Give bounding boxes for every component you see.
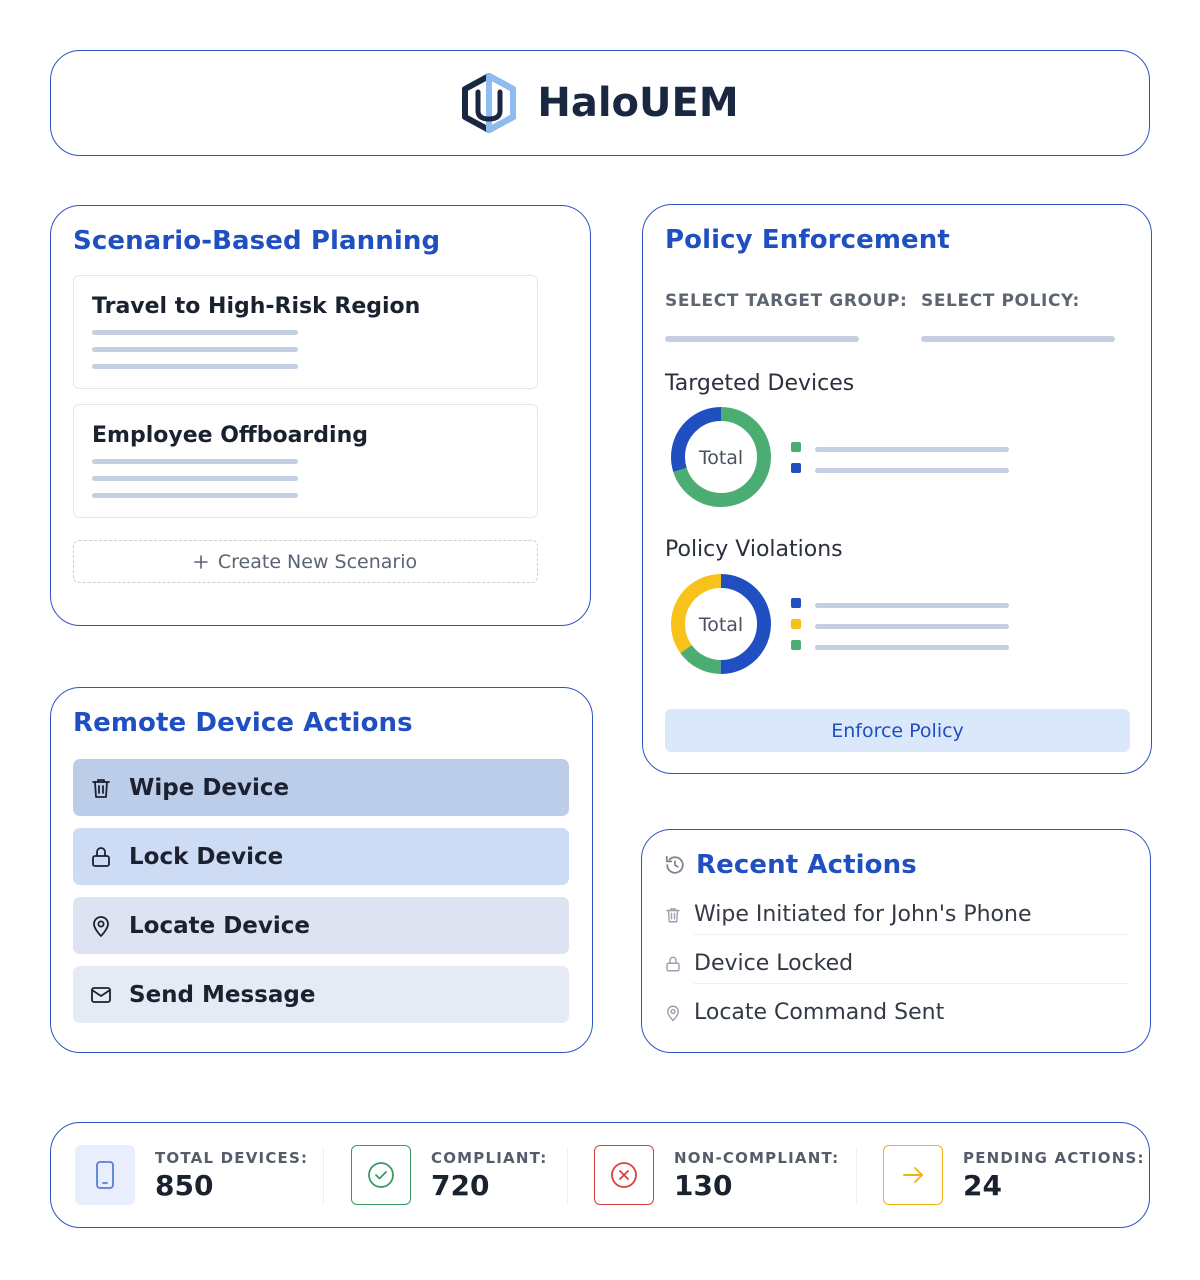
divider: [323, 1147, 324, 1205]
trash-icon: [92, 778, 110, 798]
trash-icon: [666, 907, 680, 922]
placeholder-line: [92, 476, 298, 481]
plus-icon: [194, 554, 208, 569]
scenario-planning-card: Scenario-Based Planning Travel to High-R…: [50, 205, 591, 626]
phone-icon: [75, 1145, 135, 1205]
legend-dot: [791, 442, 801, 452]
policy-violations-title: Policy Violations: [665, 537, 843, 562]
legend-line: [815, 645, 1009, 650]
policy-select[interactable]: [921, 336, 1115, 342]
wipe-device-label: Wipe Device: [129, 774, 290, 801]
donut-center-label: Total: [698, 447, 743, 469]
recent-action-item: Device Locked: [664, 951, 1129, 976]
create-scenario-label: Create New Scenario: [217, 550, 418, 573]
stat-label: TOTAL DEVICES:: [155, 1148, 309, 1167]
send-message-label: Send Message: [129, 981, 316, 1008]
map-pin-icon: [93, 915, 109, 937]
policy-enforcement-card: Policy Enforcement SELECT TARGET GROUP: …: [642, 204, 1152, 774]
stat-label: NON-COMPLIANT:: [674, 1148, 840, 1167]
brand-name: HaloUEM: [537, 80, 739, 126]
targeted-devices-title: Targeted Devices: [665, 371, 855, 396]
lock-icon: [666, 956, 680, 971]
legend-dot: [791, 598, 801, 608]
recent-action-label: Locate Command Sent: [694, 1000, 945, 1025]
legend-dot: [791, 640, 801, 650]
legend-line: [815, 468, 1009, 473]
policy-violations-donut: Total: [671, 574, 771, 674]
remote-actions-card: Remote Device Actions Wipe Device Lock D…: [50, 687, 593, 1053]
legend-line: [815, 447, 1009, 452]
wipe-device-button[interactable]: Wipe Device: [73, 759, 569, 816]
stat-value: 720: [431, 1168, 490, 1202]
x-circle-icon: [594, 1145, 654, 1205]
header-bar: HaloUEM: [50, 50, 1150, 156]
placeholder-line: [92, 364, 298, 369]
remote-title: Remote Device Actions: [73, 708, 413, 738]
stat-value: 850: [155, 1168, 214, 1202]
placeholder-line: [92, 347, 298, 352]
mail-icon: [91, 986, 111, 1003]
scenario-item-title: Travel to High-Risk Region: [92, 294, 421, 319]
select-policy-label: SELECT POLICY:: [921, 291, 1080, 311]
stat-compliant: COMPLIANT: 720: [351, 1123, 547, 1227]
divider: [567, 1147, 568, 1205]
stat-label: COMPLIANT:: [431, 1148, 548, 1167]
select-target-group-label: SELECT TARGET GROUP:: [665, 291, 908, 311]
scenario-title: Scenario-Based Planning: [73, 226, 441, 256]
recent-action-label: Device Locked: [694, 951, 854, 976]
stat-value: 130: [674, 1168, 733, 1202]
stat-pending-actions: PENDING ACTIONS: 24: [883, 1123, 1145, 1227]
locate-device-label: Locate Device: [129, 912, 311, 939]
locate-device-button[interactable]: Locate Device: [73, 897, 569, 954]
scenario-item[interactable]: Travel to High-Risk Region: [73, 275, 538, 389]
target-group-select[interactable]: [665, 336, 859, 342]
targeted-devices-donut: Total: [671, 407, 771, 507]
legend-dot: [791, 619, 801, 629]
divider: [694, 983, 1129, 984]
scenario-item[interactable]: Employee Offboarding: [73, 404, 538, 518]
recent-actions-title: Recent Actions: [696, 850, 917, 880]
stat-label: PENDING ACTIONS:: [963, 1148, 1145, 1167]
legend-line: [815, 624, 1009, 629]
enforce-policy-button[interactable]: Enforce Policy: [665, 709, 1130, 752]
create-scenario-button[interactable]: Create New Scenario: [73, 540, 538, 583]
recent-action-item: Locate Command Sent: [664, 1000, 1129, 1025]
policy-title: Policy Enforcement: [665, 225, 950, 255]
recent-action-label: Wipe Initiated for John's Phone: [694, 902, 1032, 927]
lock-icon: [92, 846, 110, 867]
legend-line: [815, 603, 1009, 608]
brand: HaloUEM: [51, 51, 1149, 155]
stat-value: 24: [963, 1168, 1002, 1202]
send-message-button[interactable]: Send Message: [73, 966, 569, 1023]
stats-bar: TOTAL DEVICES: 850 COMPLIANT: 720 NON-CO…: [50, 1122, 1150, 1228]
lock-device-label: Lock Device: [129, 843, 284, 870]
arrow-right-icon: [883, 1145, 943, 1205]
placeholder-line: [92, 493, 298, 498]
legend-dot: [791, 463, 801, 473]
placeholder-line: [92, 330, 298, 335]
recent-action-item: Wipe Initiated for John's Phone: [664, 902, 1129, 927]
donut-center-label: Total: [698, 614, 743, 636]
recent-actions-card: Recent Actions Wipe Initiated for John's…: [641, 829, 1151, 1053]
hexagon-shield-logo-icon: [462, 73, 517, 133]
recent-actions-header: Recent Actions: [664, 850, 917, 880]
stat-total-devices: TOTAL DEVICES: 850: [75, 1123, 308, 1227]
lock-device-button[interactable]: Lock Device: [73, 828, 569, 885]
stat-non-compliant: NON-COMPLIANT: 130: [594, 1123, 839, 1227]
divider: [856, 1147, 857, 1205]
map-pin-icon: [667, 1005, 679, 1021]
placeholder-line: [92, 459, 298, 464]
divider: [694, 934, 1129, 935]
check-circle-icon: [351, 1145, 411, 1205]
scenario-item-title: Employee Offboarding: [92, 423, 368, 448]
history-icon: [665, 855, 684, 874]
